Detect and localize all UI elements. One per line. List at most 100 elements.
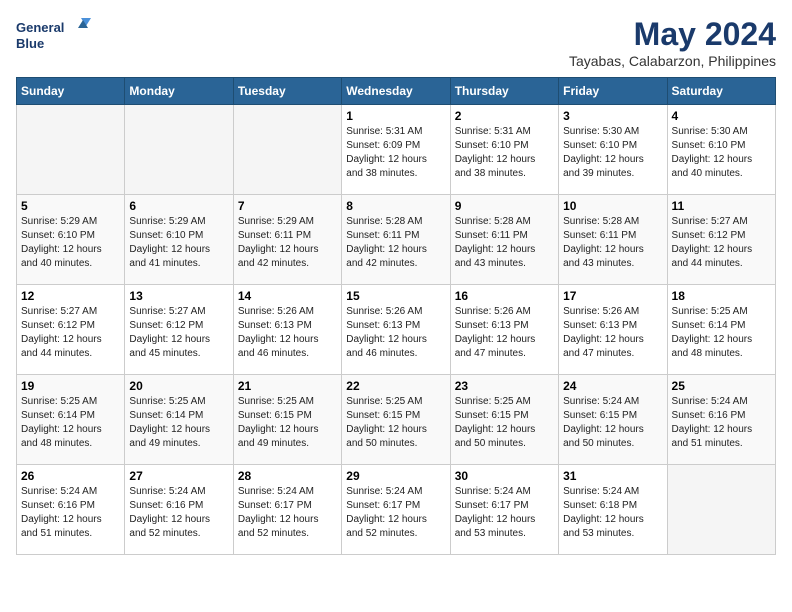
calendar-cell: 14 Sunrise: 5:26 AM Sunset: 6:13 PM Dayli… <box>233 285 341 375</box>
day-info: Sunrise: 5:29 AM Sunset: 6:10 PM Dayligh… <box>129 215 228 271</box>
day-info: Sunrise: 5:24 AM Sunset: 6:17 PM Dayligh… <box>455 485 554 541</box>
calendar-cell: 31Sunrise: 5:24 AM Sunset: 6:18 PM Dayli… <box>559 465 667 555</box>
calendar-cell: 9 Sunrise: 5:28 AM Sunset: 6:11 PM Daylig… <box>450 195 558 285</box>
svg-text:General: General <box>16 20 64 35</box>
day-number: 4 <box>672 109 771 123</box>
title-block: May 2024 Tayabas, Calabarzon, Philippine… <box>569 16 776 69</box>
calendar-table: SundayMondayTuesdayWednesdayThursdayFrid… <box>16 77 776 555</box>
day-number: 15 <box>346 289 445 303</box>
calendar-cell: 18Sunrise: 5:25 AM Sunset: 6:14 PM Dayli… <box>667 285 775 375</box>
weekday-header: Monday <box>125 78 233 105</box>
day-info: Sunrise: 5:26 AM Sunset: 6:13 PM Dayligh… <box>238 305 337 361</box>
day-info: Sunrise: 5:26 AM Sunset: 6:13 PM Dayligh… <box>346 305 445 361</box>
day-number: 28 <box>238 469 337 483</box>
day-number: 23 <box>455 379 554 393</box>
day-number: 11 <box>672 199 771 213</box>
day-info: Sunrise: 5:25 AM Sunset: 6:14 PM Dayligh… <box>21 395 120 451</box>
day-number: 22 <box>346 379 445 393</box>
day-number: 24 <box>563 379 662 393</box>
calendar-cell: 2Sunrise: 5:31 AM Sunset: 6:10 PM Daylig… <box>450 105 558 195</box>
logo-svg: General Blue <box>16 16 96 56</box>
day-number: 12 <box>21 289 120 303</box>
calendar-cell: 10Sunrise: 5:28 AM Sunset: 6:11 PM Dayli… <box>559 195 667 285</box>
calendar-week-row: 12 Sunrise: 5:27 AM Sunset: 6:12 PM Dayli… <box>17 285 776 375</box>
calendar-cell: 7 Sunrise: 5:29 AM Sunset: 6:11 PM Daylig… <box>233 195 341 285</box>
weekday-header: Sunday <box>17 78 125 105</box>
day-info: Sunrise: 5:29 AM Sunset: 6:11 PM Dayligh… <box>238 215 337 271</box>
day-number: 31 <box>563 469 662 483</box>
calendar-cell: 17Sunrise: 5:26 AM Sunset: 6:13 PM Dayli… <box>559 285 667 375</box>
calendar-cell: 29Sunrise: 5:24 AM Sunset: 6:17 PM Dayli… <box>342 465 450 555</box>
weekday-header: Saturday <box>667 78 775 105</box>
calendar-cell: 5Sunrise: 5:29 AM Sunset: 6:10 PM Daylig… <box>17 195 125 285</box>
weekday-header: Friday <box>559 78 667 105</box>
calendar-cell: 23 Sunrise: 5:25 AM Sunset: 6:15 PM Dayli… <box>450 375 558 465</box>
day-info: Sunrise: 5:24 AM Sunset: 6:15 PM Dayligh… <box>563 395 662 451</box>
day-number: 19 <box>21 379 120 393</box>
calendar-cell: 11Sunrise: 5:27 AM Sunset: 6:12 PM Dayli… <box>667 195 775 285</box>
logo: General Blue <box>16 16 96 56</box>
day-info: Sunrise: 5:24 AM Sunset: 6:16 PM Dayligh… <box>129 485 228 541</box>
calendar-cell: 1 Sunrise: 5:31 AM Sunset: 6:09 PM Daylig… <box>342 105 450 195</box>
day-info: Sunrise: 5:30 AM Sunset: 6:10 PM Dayligh… <box>672 125 771 181</box>
calendar-cell: 6 Sunrise: 5:29 AM Sunset: 6:10 PM Daylig… <box>125 195 233 285</box>
calendar-cell: 3 Sunrise: 5:30 AM Sunset: 6:10 PM Daylig… <box>559 105 667 195</box>
day-info: Sunrise: 5:25 AM Sunset: 6:15 PM Dayligh… <box>346 395 445 451</box>
day-info: Sunrise: 5:24 AM Sunset: 6:17 PM Dayligh… <box>238 485 337 541</box>
calendar-cell: 19 Sunrise: 5:25 AM Sunset: 6:14 PM Dayli… <box>17 375 125 465</box>
calendar-cell: 30 Sunrise: 5:24 AM Sunset: 6:17 PM Dayli… <box>450 465 558 555</box>
calendar-cell: 4 Sunrise: 5:30 AM Sunset: 6:10 PM Daylig… <box>667 105 775 195</box>
calendar-week-row: 26 Sunrise: 5:24 AM Sunset: 6:16 PM Dayli… <box>17 465 776 555</box>
month-title: May 2024 <box>569 16 776 53</box>
calendar-week-row: 1 Sunrise: 5:31 AM Sunset: 6:09 PM Daylig… <box>17 105 776 195</box>
day-info: Sunrise: 5:26 AM Sunset: 6:13 PM Dayligh… <box>455 305 554 361</box>
calendar-cell: 28 Sunrise: 5:24 AM Sunset: 6:17 PM Dayli… <box>233 465 341 555</box>
calendar-cell: 26 Sunrise: 5:24 AM Sunset: 6:16 PM Dayli… <box>17 465 125 555</box>
day-number: 30 <box>455 469 554 483</box>
calendar-cell <box>17 105 125 195</box>
calendar-cell: 27 Sunrise: 5:24 AM Sunset: 6:16 PM Dayli… <box>125 465 233 555</box>
day-number: 29 <box>346 469 445 483</box>
calendar-cell <box>233 105 341 195</box>
day-number: 16 <box>455 289 554 303</box>
day-info: Sunrise: 5:25 AM Sunset: 6:14 PM Dayligh… <box>672 305 771 361</box>
calendar-cell: 13Sunrise: 5:27 AM Sunset: 6:12 PM Dayli… <box>125 285 233 375</box>
calendar-cell: 21Sunrise: 5:25 AM Sunset: 6:15 PM Dayli… <box>233 375 341 465</box>
day-number: 1 <box>346 109 445 123</box>
day-info: Sunrise: 5:28 AM Sunset: 6:11 PM Dayligh… <box>455 215 554 271</box>
day-number: 13 <box>129 289 228 303</box>
day-number: 7 <box>238 199 337 213</box>
calendar-cell: 20 Sunrise: 5:25 AM Sunset: 6:14 PM Dayli… <box>125 375 233 465</box>
weekday-header: Thursday <box>450 78 558 105</box>
calendar-cell: 16 Sunrise: 5:26 AM Sunset: 6:13 PM Dayli… <box>450 285 558 375</box>
svg-text:Blue: Blue <box>16 36 44 51</box>
day-info: Sunrise: 5:25 AM Sunset: 6:15 PM Dayligh… <box>455 395 554 451</box>
day-info: Sunrise: 5:30 AM Sunset: 6:10 PM Dayligh… <box>563 125 662 181</box>
weekday-header-row: SundayMondayTuesdayWednesdayThursdayFrid… <box>17 78 776 105</box>
day-number: 6 <box>129 199 228 213</box>
calendar-cell: 8 Sunrise: 5:28 AM Sunset: 6:11 PM Daylig… <box>342 195 450 285</box>
day-info: Sunrise: 5:24 AM Sunset: 6:16 PM Dayligh… <box>21 485 120 541</box>
day-number: 26 <box>21 469 120 483</box>
day-number: 3 <box>563 109 662 123</box>
day-number: 5 <box>21 199 120 213</box>
day-info: Sunrise: 5:28 AM Sunset: 6:11 PM Dayligh… <box>346 215 445 271</box>
weekday-header: Wednesday <box>342 78 450 105</box>
page-header: General Blue May 2024 Tayabas, Calabarzo… <box>16 16 776 69</box>
day-info: Sunrise: 5:27 AM Sunset: 6:12 PM Dayligh… <box>21 305 120 361</box>
day-number: 20 <box>129 379 228 393</box>
day-number: 8 <box>346 199 445 213</box>
day-number: 27 <box>129 469 228 483</box>
calendar-week-row: 5 Sunrise: 5:29 AM Sunset: 6:10 PM Daylig… <box>17 195 776 285</box>
day-info: Sunrise: 5:25 AM Sunset: 6:14 PM Dayligh… <box>129 395 228 451</box>
day-number: 21 <box>238 379 337 393</box>
day-number: 10 <box>563 199 662 213</box>
day-number: 9 <box>455 199 554 213</box>
day-info: Sunrise: 5:24 AM Sunset: 6:16 PM Dayligh… <box>672 395 771 451</box>
day-number: 2 <box>455 109 554 123</box>
day-number: 14 <box>238 289 337 303</box>
calendar-cell <box>667 465 775 555</box>
day-info: Sunrise: 5:31 AM Sunset: 6:09 PM Dayligh… <box>346 125 445 181</box>
calendar-cell: 12 Sunrise: 5:27 AM Sunset: 6:12 PM Dayli… <box>17 285 125 375</box>
calendar-cell: 24 Sunrise: 5:24 AM Sunset: 6:15 PM Dayli… <box>559 375 667 465</box>
